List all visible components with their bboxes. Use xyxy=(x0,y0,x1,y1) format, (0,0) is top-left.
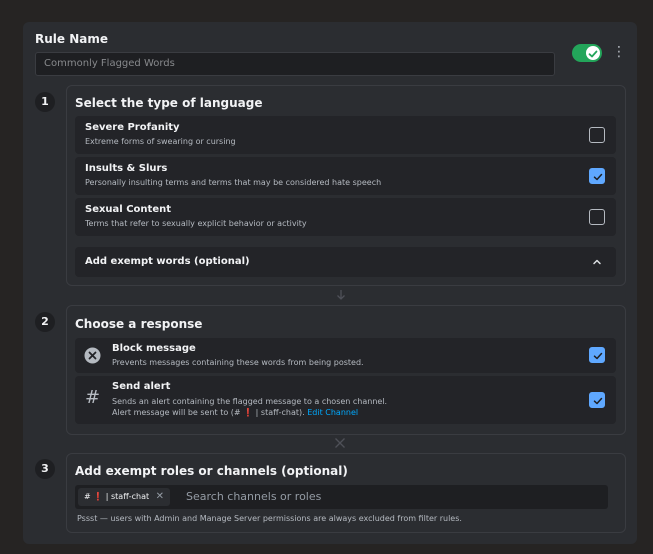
checkmark-icon xyxy=(593,397,603,405)
option-title: Sexual Content xyxy=(85,204,172,215)
option-severe-profanity[interactable]: Severe Profanity Extreme forms of sweari… xyxy=(75,116,616,154)
sexual-content-checkbox[interactable] xyxy=(589,209,605,225)
section-title-response: Choose a response xyxy=(75,317,203,331)
alert-title: Send alert xyxy=(112,381,171,392)
severe-profanity-checkbox[interactable] xyxy=(589,127,605,143)
block-message-checkbox[interactable] xyxy=(589,347,605,363)
send-alert-checkbox[interactable] xyxy=(589,392,605,408)
hashtag-icon: # xyxy=(85,387,101,408)
check-icon xyxy=(588,50,598,58)
insults-slurs-checkbox[interactable] xyxy=(589,168,605,184)
section-title-language: Select the type of language xyxy=(75,96,263,110)
rule-name-input[interactable]: Commonly Flagged Words xyxy=(35,52,555,76)
response-section: Choose a response Block message Prevents… xyxy=(66,305,626,435)
alert-channel-line: Alert message will be sent to (# ❗ | sta… xyxy=(112,407,358,418)
channel-tag: # ❗ | staff-chat ✕ xyxy=(78,488,171,506)
option-title: Severe Profanity xyxy=(85,122,180,133)
exempt-search-field[interactable]: # ❗ | staff-chat ✕ Search channels or ro… xyxy=(75,485,608,509)
block-icon xyxy=(84,347,101,364)
section-title-exempt: Add exempt roles or channels (optional) xyxy=(75,464,348,478)
chevron-up-icon[interactable] xyxy=(592,257,602,267)
close-icon xyxy=(335,438,345,448)
automod-rule-card: Rule Name Commonly Flagged Words ⋮ 1 Sel… xyxy=(23,22,637,544)
search-placeholder[interactable]: Search channels or roles xyxy=(186,490,321,503)
more-options-icon[interactable]: ⋮ xyxy=(612,44,626,62)
step-number-2: 2 xyxy=(35,312,55,332)
option-insults-slurs[interactable]: Insults & Slurs Personally insulting ter… xyxy=(75,157,616,195)
block-description: Prevents messages containing these words… xyxy=(112,358,364,367)
response-send-alert[interactable]: # Send alert Sends an alert containing t… xyxy=(75,376,616,424)
step-number-3: 3 xyxy=(35,459,55,479)
alert-description: Sends an alert containing the flagged me… xyxy=(112,397,388,406)
step-number-1: 1 xyxy=(35,92,55,112)
channel-tag-label: # ❗ | staff-chat xyxy=(84,492,150,501)
response-block-message[interactable]: Block message Prevents messages containi… xyxy=(75,338,616,373)
option-title: Insults & Slurs xyxy=(85,163,168,174)
edit-channel-link[interactable]: Edit Channel xyxy=(307,408,358,417)
block-title: Block message xyxy=(112,343,196,354)
arrow-down-icon xyxy=(337,290,345,300)
remove-tag-icon[interactable]: ✕ xyxy=(156,491,164,502)
rule-name-label: Rule Name xyxy=(35,32,108,46)
exempt-words-expander[interactable]: Add exempt words (optional) xyxy=(75,247,616,277)
rule-enabled-toggle[interactable] xyxy=(572,44,602,62)
exempt-words-label: Add exempt words (optional) xyxy=(85,256,250,267)
exempt-roles-section: Add exempt roles or channels (optional) … xyxy=(66,453,626,533)
alert-channel-text: Alert message will be sent to (# ❗ | sta… xyxy=(112,408,305,417)
language-type-section: Select the type of language Severe Profa… xyxy=(66,85,626,286)
checkmark-icon xyxy=(593,352,603,360)
option-description: Personally insulting terms and terms tha… xyxy=(85,178,382,187)
option-description: Terms that refer to sexually explicit be… xyxy=(85,219,307,228)
permissions-note: Pssst — users with Admin and Manage Serv… xyxy=(77,514,462,523)
option-sexual-content[interactable]: Sexual Content Terms that refer to sexua… xyxy=(75,198,616,236)
toggle-knob xyxy=(586,46,600,60)
option-description: Extreme forms of swearing or cursing xyxy=(85,137,236,146)
checkmark-icon xyxy=(593,173,603,181)
